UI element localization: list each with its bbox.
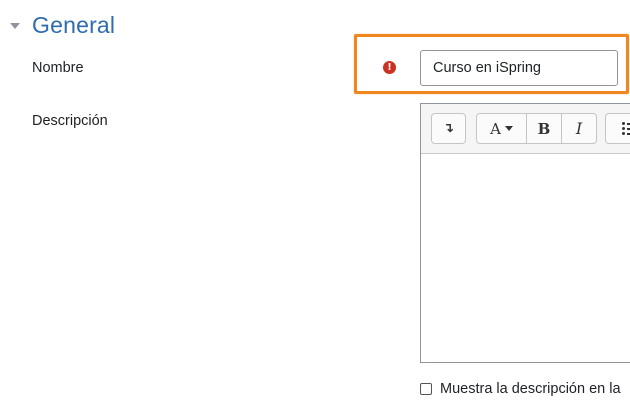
font-icon: A [490,119,501,138]
chevron-down-icon [504,126,513,131]
name-input[interactable] [420,50,618,86]
font-style-button[interactable]: A [476,113,527,144]
caret-down-icon[interactable] [10,22,20,29]
italic-button[interactable]: I [561,113,597,144]
page: General Nombre ! Descripción ↴ A B I Mue [0,0,630,414]
list-icon [621,122,630,135]
show-description-checkbox[interactable] [420,383,432,395]
show-description-row: Muestra la descripción en la [420,381,621,397]
show-description-label[interactable]: Muestra la descripción en la [440,381,621,397]
name-label: Nombre [32,60,84,76]
description-editor: ↴ A B I [420,103,630,363]
general-section-header[interactable]: General [10,10,115,40]
toolbar-expand-button[interactable]: ↴ [431,113,466,144]
section-title: General [32,11,116,38]
editor-content-area[interactable] [421,154,630,362]
editor-toolbar: ↴ A B I [421,104,630,154]
exclamation-circle-icon: ! [383,61,396,74]
bold-button[interactable]: B [526,113,562,144]
unordered-list-button[interactable] [605,113,630,144]
description-label: Descripción [32,113,108,129]
